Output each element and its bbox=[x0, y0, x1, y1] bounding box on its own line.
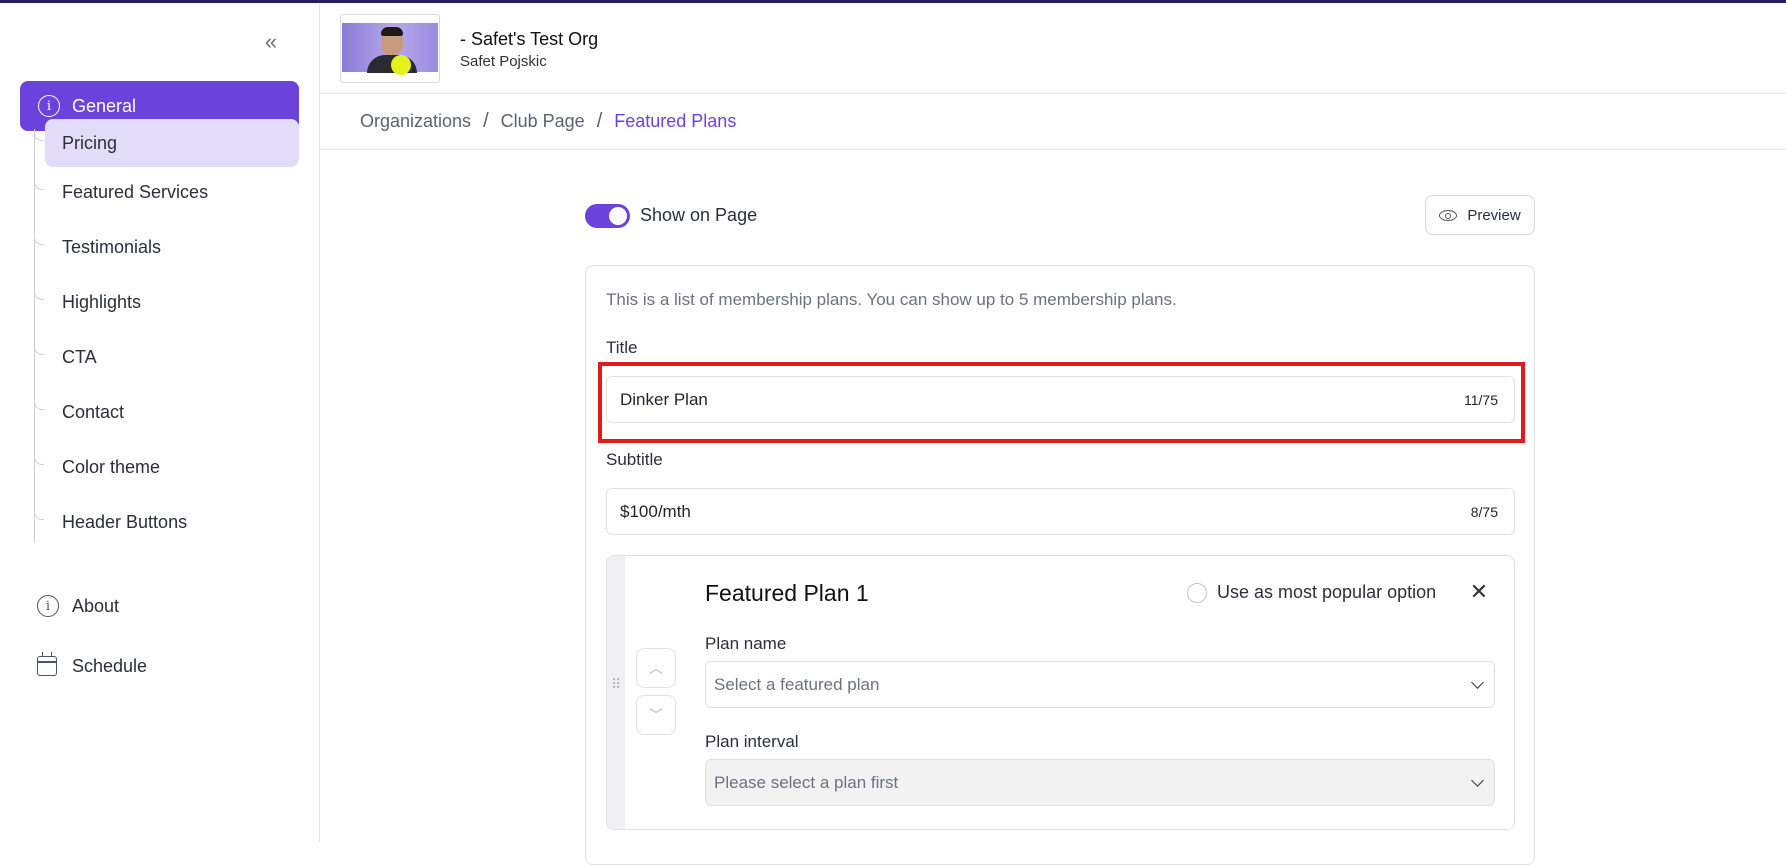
tree-branch bbox=[34, 453, 44, 465]
sidebar-item-label: Pricing bbox=[62, 132, 118, 153]
collapse-sidebar-icon[interactable]: « bbox=[258, 29, 284, 55]
drag-strip[interactable]: ⠿ bbox=[607, 556, 625, 829]
sidebar-item-cta[interactable]: CTA bbox=[34, 333, 299, 381]
title-input[interactable]: Dinker Plan 11/75 bbox=[606, 376, 1515, 423]
tree-branch bbox=[34, 288, 44, 300]
sidebar-item-label: CTA bbox=[62, 346, 97, 367]
featured-plan-card: ⠿ ︿ ﹀ Featured Plan 1 Use as most popula… bbox=[606, 555, 1515, 830]
plan-interval-label: Plan interval bbox=[705, 732, 799, 751]
sidebar-item-contact[interactable]: Contact bbox=[34, 388, 299, 436]
breadcrumb: Organizations / Club Page / Featured Pla… bbox=[320, 94, 1786, 150]
sidebar-item-pricing[interactable]: Pricing bbox=[34, 119, 299, 167]
tree-branch bbox=[34, 233, 44, 245]
most-popular-option[interactable]: Use as most popular option bbox=[1187, 582, 1436, 603]
most-popular-radio[interactable] bbox=[1187, 582, 1207, 603]
subtitle-input[interactable]: $100/mth 8/75 bbox=[606, 488, 1515, 535]
tree-connector bbox=[34, 131, 35, 543]
plan-name-placeholder: Select a featured plan bbox=[714, 674, 880, 694]
breadcrumb-featured-plans: Featured Plans bbox=[614, 111, 737, 131]
move-down-button[interactable]: ﹀ bbox=[636, 695, 676, 735]
sidebar-item-highlights[interactable]: Highlights bbox=[34, 278, 299, 326]
breadcrumb-club-page[interactable]: Club Page bbox=[501, 111, 585, 132]
sidebar-item-label: About bbox=[72, 595, 120, 616]
plan-name-label: Plan name bbox=[705, 634, 787, 653]
plan-interval-select: Please select a plan first bbox=[705, 759, 1495, 806]
plan-name-select[interactable]: Select a featured plan bbox=[705, 661, 1495, 708]
sidebar-item-label: Testimonials bbox=[62, 236, 162, 257]
org-avatar bbox=[340, 14, 440, 83]
tree-branch bbox=[34, 508, 44, 520]
tree-branch bbox=[34, 178, 44, 190]
show-on-page-label: Show on Page bbox=[640, 205, 758, 225]
sidebar-item-label: General bbox=[72, 95, 137, 116]
sidebar-item-label: Featured Services bbox=[62, 181, 209, 202]
sidebar-item-label: Highlights bbox=[62, 291, 142, 312]
sidebar-item-about[interactable]: i About bbox=[37, 586, 119, 626]
org-owner: Safet Pojskic bbox=[460, 53, 547, 70]
subtitle-char-counter: 8/75 bbox=[1470, 503, 1498, 520]
info-icon: i bbox=[37, 595, 59, 617]
title-char-counter: 11/75 bbox=[1464, 391, 1498, 408]
org-name: - Safet's Test Org bbox=[460, 29, 599, 49]
sidebar-item-label: Color theme bbox=[62, 456, 161, 477]
close-icon[interactable]: ✕ bbox=[1467, 579, 1491, 604]
preview-label: Preview bbox=[1467, 206, 1521, 224]
eye-icon bbox=[1439, 209, 1458, 221]
drag-handle-icon[interactable]: ⠿ bbox=[611, 677, 621, 691]
sidebar-item-testimonials[interactable]: Testimonials bbox=[34, 223, 299, 271]
chevron-down-icon bbox=[1471, 675, 1484, 689]
plan-title: Featured Plan 1 bbox=[705, 580, 869, 606]
breadcrumb-organizations[interactable]: Organizations bbox=[360, 111, 471, 132]
subtitle-label: Subtitle bbox=[606, 450, 663, 469]
show-on-page-toggle[interactable] bbox=[585, 204, 630, 228]
tree-branch bbox=[34, 343, 44, 355]
move-up-button[interactable]: ︿ bbox=[636, 648, 676, 688]
featured-plans-card: This is a list of membership plans. You … bbox=[585, 265, 1535, 865]
breadcrumb-separator: / bbox=[596, 110, 603, 132]
title-label: Title bbox=[606, 338, 638, 357]
chevron-down-icon bbox=[1471, 773, 1484, 787]
calendar-icon bbox=[37, 652, 57, 676]
sidebar-item-featured-services[interactable]: Featured Services bbox=[34, 168, 299, 216]
plan-interval-placeholder: Please select a plan first bbox=[714, 772, 899, 792]
card-description: This is a list of membership plans. You … bbox=[606, 290, 1177, 309]
breadcrumb-separator: / bbox=[483, 110, 489, 132]
org-header: - Safet's Test Org Safet Pojskic bbox=[320, 3, 1786, 94]
sidebar-item-schedule[interactable]: Schedule bbox=[37, 646, 147, 686]
toggle-knob bbox=[609, 207, 627, 225]
tree-branch bbox=[34, 129, 44, 141]
sidebar-item-color-theme[interactable]: Color theme bbox=[34, 443, 299, 491]
subtitle-value: $100/mth bbox=[620, 501, 691, 521]
sidebar-item-label: Header Buttons bbox=[62, 511, 188, 532]
info-icon: i bbox=[38, 95, 60, 117]
title-value: Dinker Plan bbox=[620, 389, 708, 409]
sidebar: « i General Pricing Featured Services Te… bbox=[0, 3, 320, 842]
sidebar-item-header-buttons[interactable]: Header Buttons bbox=[34, 498, 299, 546]
sidebar-item-label: Schedule bbox=[72, 655, 148, 676]
preview-button[interactable]: Preview bbox=[1425, 195, 1535, 235]
most-popular-label: Use as most popular option bbox=[1217, 582, 1437, 602]
sidebar-item-label: Contact bbox=[62, 401, 125, 422]
tree-branch bbox=[34, 398, 44, 410]
